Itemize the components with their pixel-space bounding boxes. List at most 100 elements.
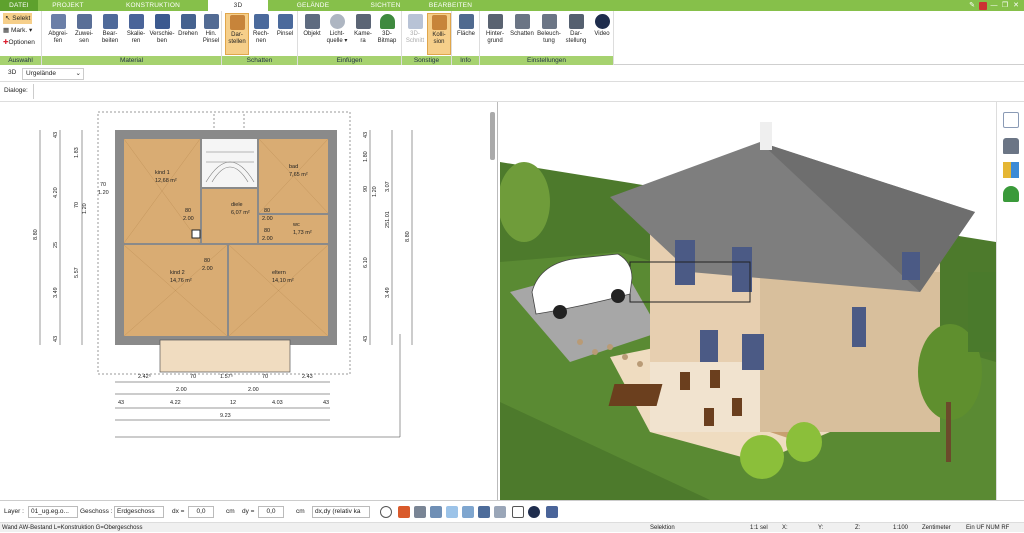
object-snap-icon[interactable]: [478, 506, 490, 518]
bearbeiten-button[interactable]: Bear- beiten: [98, 13, 122, 55]
rechnen-button[interactable]: Rech- nen: [249, 13, 273, 55]
tab-sichten[interactable]: SICHTEN: [358, 0, 413, 11]
angle-icon[interactable]: [446, 506, 458, 518]
schnitt3d-button[interactable]: 3D- Schnitt: [403, 13, 427, 55]
objekt-button[interactable]: Objekt: [300, 13, 324, 55]
ortho-icon[interactable]: [430, 506, 442, 518]
layer-label: Layer :: [4, 508, 24, 515]
pinsel-button[interactable]: Pinsel: [273, 13, 297, 55]
plan-scrollbar[interactable]: [490, 112, 495, 160]
kollision-button[interactable]: Kolli- sion: [427, 13, 451, 55]
terrain-select[interactable]: Urgelände ⌄: [22, 68, 84, 80]
snap-icon[interactable]: [398, 506, 410, 518]
assign-icon: [76, 14, 92, 29]
chair-icon[interactable]: [1003, 138, 1019, 154]
3d-sidebar: [996, 102, 1024, 500]
tab-gelaende[interactable]: GELÄNDE: [268, 0, 358, 11]
svg-text:1.20: 1.20: [98, 190, 109, 196]
svg-text:4.20: 4.20: [53, 187, 59, 198]
status-bar: Wand AW-Bestand L=Konstruktion G=Oberges…: [0, 522, 1024, 532]
svg-text:43: 43: [363, 336, 369, 342]
video-button[interactable]: Video: [590, 13, 614, 55]
pin-icon[interactable]: ✎: [968, 2, 976, 10]
abgreifen-button[interactable]: Abgrei- fen: [46, 13, 70, 55]
minimize-icon[interactable]: —: [990, 2, 998, 10]
zuweisen-button[interactable]: Zuwei- sen: [72, 13, 96, 55]
verschieben-button[interactable]: Verschie- ben: [148, 13, 176, 55]
svg-text:43: 43: [323, 400, 329, 406]
flaeche-button[interactable]: Fläche: [454, 13, 478, 55]
tab-datei[interactable]: DATEI: [0, 0, 38, 11]
lines-icon[interactable]: [494, 506, 506, 518]
svg-text:80: 80: [185, 208, 191, 214]
view-toolbar: 3D Urgelände ⌄: [0, 66, 1024, 82]
polar-icon[interactable]: [462, 506, 474, 518]
svg-text:8.80: 8.80: [33, 229, 39, 240]
schatten-settings-button[interactable]: Schatten: [509, 13, 535, 55]
tree-left: [500, 162, 550, 242]
palette-icon[interactable]: [1003, 162, 1019, 178]
group-material: Abgrei- fen Zuwei- sen Bear- beiten Skal…: [42, 11, 222, 65]
svg-text:1,73 m²: 1,73 m²: [293, 230, 312, 236]
close-icon[interactable]: ✕: [1012, 2, 1020, 10]
dx-input[interactable]: 0,0: [188, 506, 214, 518]
tab-3d[interactable]: 3D: [208, 0, 268, 11]
tree-icon[interactable]: [1003, 186, 1019, 202]
help-icon[interactable]: [979, 1, 987, 10]
rotate-icon: [180, 14, 196, 29]
group-einstellungen: Hinter- grund Schatten Beleuch- tung Dar…: [480, 11, 614, 65]
clock-icon[interactable]: [380, 506, 392, 518]
svg-text:43: 43: [53, 336, 59, 342]
svg-text:2.00: 2.00: [176, 387, 187, 393]
svg-text:70: 70: [74, 202, 80, 208]
edit-material-icon: [102, 14, 118, 29]
ribbon: ↖ Selekt ▦ Mark. ▾ ✚Optionen Auswahl Abg…: [0, 11, 1024, 65]
room-label-diele: diele: [231, 202, 243, 208]
layer-select[interactable]: 01_ug.eg.o...: [28, 506, 78, 518]
group-einfuegen: Objekt Licht- quelle ▾ Kame- ra 3D- Bitm…: [298, 11, 402, 65]
optionen-button[interactable]: ✚Optionen: [3, 37, 35, 48]
dy-input[interactable]: 0,0: [258, 506, 284, 518]
restore-icon[interactable]: ❐: [1001, 2, 1009, 10]
layer-toggle-icon[interactable]: [546, 506, 558, 518]
svg-text:14,76 m²: 14,76 m²: [170, 278, 192, 284]
beleuchtung-button[interactable]: Beleuch- tung: [536, 13, 562, 55]
darstellen-button[interactable]: Dar- stellen: [225, 13, 249, 55]
calculate-icon: [253, 14, 269, 29]
svg-text:2.43: 2.43: [302, 374, 313, 380]
svg-text:1.80: 1.80: [363, 151, 369, 162]
shadow-brush-icon: [277, 14, 293, 29]
skalieren-button[interactable]: Skalie- ren: [124, 13, 148, 55]
darstellung-button[interactable]: Dar- stellung: [563, 13, 589, 55]
kamera-button[interactable]: Kame- ra: [351, 13, 375, 55]
3d-view[interactable]: [500, 102, 996, 500]
group-label-auswahl: Auswahl: [0, 56, 41, 65]
view-mode-label: 3D: [8, 69, 17, 76]
hin-pinsel-button[interactable]: Hin. Pinsel: [199, 13, 223, 55]
mark-button[interactable]: ▦ Mark. ▾: [3, 25, 32, 36]
selekt-button[interactable]: ↖ Selekt: [3, 13, 33, 24]
drehen-button[interactable]: Drehen: [176, 13, 200, 55]
svg-text:5.57: 5.57: [74, 267, 80, 278]
floor-select[interactable]: Erdgeschoss: [114, 506, 164, 518]
hintergrund-button[interactable]: Hinter- grund: [482, 13, 508, 55]
floor-plan-view[interactable]: kind 1 12,68 m² bad 7,65 m² diele 6,07 m…: [0, 102, 498, 500]
svg-text:90: 90: [363, 186, 369, 192]
tab-konstruktion[interactable]: KONSTRUKTION: [98, 0, 208, 11]
svg-text:14,10 m²: 14,10 m²: [272, 278, 294, 284]
shrub: [740, 435, 784, 479]
group-label-info: Info: [452, 56, 479, 65]
svg-text:2.00: 2.00: [202, 266, 213, 272]
layers-icon[interactable]: [1003, 112, 1019, 128]
tree-icon: [379, 14, 395, 29]
tab-projekt[interactable]: PROJEKT: [38, 0, 98, 11]
svg-text:25: 25: [53, 242, 59, 248]
lichtquelle-button[interactable]: Licht- quelle ▾: [324, 13, 350, 55]
bottom-toolbar: Layer : 01_ug.eg.o... Geschoss : Erdgesc…: [0, 500, 1024, 522]
grid-icon[interactable]: [512, 506, 524, 518]
north-icon[interactable]: [528, 506, 540, 518]
tab-bearbeiten[interactable]: BEARBEITEN: [413, 0, 488, 11]
coordinate-mode-select[interactable]: dx,dy (relativ ka: [312, 506, 370, 518]
bitmap3d-button[interactable]: 3D- Bitmap: [375, 13, 399, 55]
grid-snap-icon[interactable]: [414, 506, 426, 518]
